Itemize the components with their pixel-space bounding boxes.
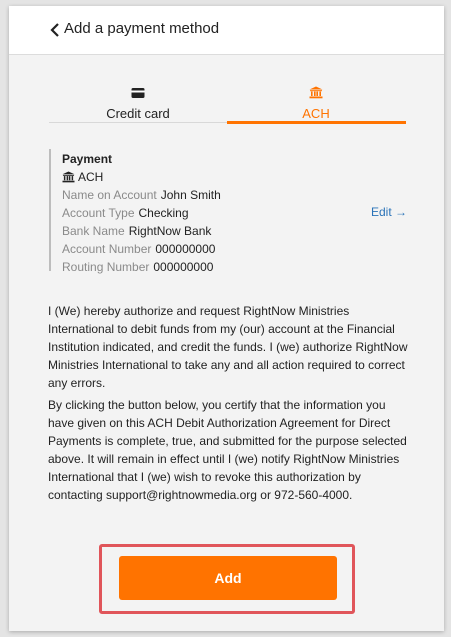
field-label: Routing Number — [62, 260, 150, 274]
authorization-paragraph: I (We) hereby authorize and request Righ… — [48, 304, 408, 390]
add-button[interactable]: Add — [119, 556, 337, 600]
payment-method-label: ACH — [78, 170, 104, 184]
field-routing-number: Routing Number 000000000 — [62, 260, 213, 274]
tab-credit-card-label: Credit card — [106, 106, 170, 121]
field-value: 000000000 — [153, 260, 214, 274]
field-bank-name: Bank Name RightNow Bank — [62, 224, 211, 238]
field-account-type: Account Type Checking — [62, 206, 189, 220]
bank-icon — [62, 171, 75, 183]
payment-heading: Payment — [62, 152, 113, 166]
field-value: John Smith — [160, 188, 221, 202]
tab-credit-card[interactable]: Credit card — [49, 86, 227, 126]
payment-method-panel: Add a payment method Credit card ACH Pay… — [9, 6, 444, 631]
header: Add a payment method — [9, 6, 444, 55]
field-value: 000000000 — [155, 242, 216, 256]
tab-ach-label: ACH — [302, 106, 330, 121]
field-name-on-account: Name on Account John Smith — [62, 188, 221, 202]
field-label: Account Number — [62, 242, 152, 256]
edit-link[interactable]: Edit → — [371, 205, 407, 219]
field-label: Account Type — [62, 206, 135, 220]
credit-card-icon — [131, 86, 145, 104]
field-label: Bank Name — [62, 224, 125, 238]
field-label: Name on Account — [62, 188, 157, 202]
payment-details: Payment ACH Name on Account John Smith Ac… — [49, 149, 407, 274]
field-account-number: Account Number 000000000 — [62, 242, 215, 256]
bank-icon — [309, 86, 323, 104]
chevron-left-icon[interactable] — [49, 22, 63, 38]
certification-paragraph: By clicking the button below, you certif… — [48, 398, 407, 502]
active-tab-indicator — [227, 121, 406, 124]
field-value: RightNow Bank — [128, 224, 212, 238]
field-value: Checking — [138, 206, 189, 220]
page-title[interactable]: Add a payment method — [64, 20, 219, 37]
tab-ach[interactable]: ACH — [227, 86, 405, 126]
payment-method: ACH — [62, 170, 103, 184]
